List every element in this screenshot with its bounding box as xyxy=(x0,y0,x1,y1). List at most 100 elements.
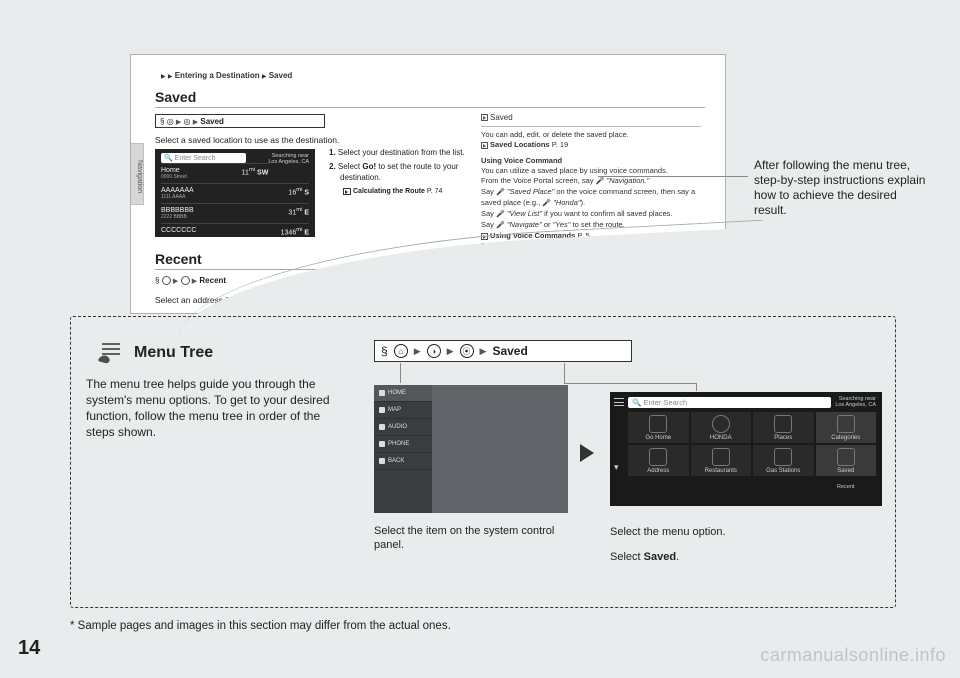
divider xyxy=(155,269,705,270)
ring-icon: ◎ xyxy=(167,117,174,126)
breadcrumb-part: Entering a Destination xyxy=(175,71,260,80)
pin-icon xyxy=(774,415,792,433)
nav-cell-categories: Categories xyxy=(816,412,877,443)
menu-tree-final: Saved xyxy=(492,344,527,358)
breadcrumb-part: Saved xyxy=(269,71,293,80)
panel-content-area xyxy=(432,385,568,513)
menu-tree-bar-recent: § ▶ ▶ Recent xyxy=(155,276,226,285)
hamburger-icon xyxy=(614,398,624,406)
chevron-icon: ▶ xyxy=(192,278,197,285)
note-icon xyxy=(481,114,488,121)
nav-screen-screenshot: ▾ 🔍 Enter Search Searching nearLos Angel… xyxy=(610,392,882,506)
pointer-line xyxy=(400,363,401,383)
nav-cell-go-home: Go Home xyxy=(628,412,689,443)
menu-tree-title: Menu Tree xyxy=(96,340,213,366)
search-icon: 🔍 xyxy=(632,398,641,407)
list-item: BBBBBBB2222 BBBB 31mi E xyxy=(161,203,309,223)
panel-item-back: BACK xyxy=(374,453,432,470)
link-icon xyxy=(481,243,488,250)
home-icon: ⌂ xyxy=(394,344,408,358)
chevron-icon: ▶ xyxy=(161,74,166,80)
link-icon xyxy=(481,233,488,240)
control-panel-screenshot: HOME MAP AUDIO PHONE BACK xyxy=(374,385,568,513)
voice-icon: § xyxy=(160,117,164,126)
panel-item-audio: AUDIO xyxy=(374,419,432,436)
saved-list-screenshot: 🔍 Enter Search Searching near Los Angele… xyxy=(155,149,315,237)
chevron-icon: ▶ xyxy=(262,74,267,80)
nav-icon: ◑ xyxy=(427,344,441,358)
watermark: carmanualsonline.info xyxy=(760,645,946,666)
arrow-right-icon xyxy=(580,444,594,462)
categories-icon xyxy=(837,415,855,433)
voice-icon: § xyxy=(381,344,388,358)
chevron-icon: ▶ xyxy=(193,119,198,126)
pointer-line xyxy=(564,383,696,384)
callout-leader-line xyxy=(598,176,748,177)
search-icon: ⦿ xyxy=(460,344,474,358)
menu-tree-path: § ⌂ ▶ ◑ ▶ ⦿ ▶ Saved xyxy=(374,340,632,362)
panel-item-phone: PHONE xyxy=(374,436,432,453)
nav-cell-address: Address xyxy=(628,445,689,476)
menu-tree-bar: § ◎ ▶ ◎ ▶ Saved xyxy=(155,114,325,128)
chevron-icon: ▶ xyxy=(414,346,421,357)
heading-recent: Recent xyxy=(155,251,202,267)
nav-cell-saved-recent: Saved Recent xyxy=(816,445,877,476)
mic-icon: 🎤 xyxy=(496,211,505,218)
instruction-line: Select a saved location to use as the de… xyxy=(155,135,339,145)
nav-cell-recent-hint: Recent xyxy=(816,484,877,490)
menu-tree-body: The menu tree helps guide you through th… xyxy=(86,376,342,440)
address-icon xyxy=(649,448,667,466)
honda-icon xyxy=(712,415,730,433)
chevron-icon: ▶ xyxy=(447,346,454,357)
step-list: 1. Select your destination from the list… xyxy=(329,147,477,200)
breadcrumb: ▶ ▶ Entering a Destination ▶ Saved xyxy=(161,71,292,80)
pointer-line xyxy=(696,383,697,391)
side-notes: Saved You can add, edit, or delete the s… xyxy=(481,113,701,251)
callout-text: After following the menu tree, step-by-s… xyxy=(754,158,930,218)
manual-page-excerpt: Navigation ▶ ▶ Entering a Destination ▶ … xyxy=(130,54,726,314)
chevron-icon: ▶ xyxy=(168,74,173,80)
audio-icon xyxy=(379,424,385,430)
saved-icon xyxy=(837,448,855,466)
list-item: CCCCCCC 1346mi E xyxy=(161,223,309,239)
nav-cell-honda: HONDA xyxy=(691,412,752,443)
phone-icon xyxy=(379,441,385,447)
chevron-icon: ▶ xyxy=(480,346,487,357)
food-icon xyxy=(712,448,730,466)
ring-icon: ◎ xyxy=(184,117,191,126)
side-tab-navigation: Navigation xyxy=(130,143,144,205)
nav-cell-places: Places xyxy=(753,412,814,443)
menu-tree-label: Menu Tree xyxy=(134,344,213,362)
ring-icon xyxy=(162,276,171,285)
searching-near: Searching near Los Angeles, CA xyxy=(268,153,309,165)
footnote: * Sample pages and images in this sectio… xyxy=(70,620,451,632)
hand-tap-icon xyxy=(96,340,126,366)
nav-cell-restaurants: Restaurants xyxy=(691,445,752,476)
page-number: 14 xyxy=(18,637,40,660)
tree-final: Recent xyxy=(199,276,226,285)
link-icon xyxy=(481,142,488,149)
map-icon xyxy=(379,407,385,413)
voice-icon: § xyxy=(155,276,159,285)
mic-icon: 🎤 xyxy=(496,189,505,196)
divider xyxy=(155,107,705,108)
nav-cell-gas: Gas Stations xyxy=(753,445,814,476)
chevron-icon: ▶ xyxy=(176,119,181,126)
mic-icon: 🎤 xyxy=(542,200,551,207)
chevron-icon: ▶ xyxy=(173,278,178,285)
mic-icon: 🎤 xyxy=(496,222,505,229)
search-field: 🔍 Enter Search xyxy=(628,397,831,408)
link-icon xyxy=(343,188,351,195)
search-field: 🔍 Enter Search xyxy=(161,153,246,163)
list-item: Home0000 Street 11mi SW xyxy=(161,163,268,183)
ring-icon xyxy=(181,276,190,285)
panel-item-home: HOME xyxy=(374,385,432,402)
list-item: AAAAAAA1111 AAAA 16mi S xyxy=(161,183,309,203)
panel-item-map: MAP xyxy=(374,402,432,419)
tree-final: Saved xyxy=(200,117,224,126)
heading-saved: Saved xyxy=(155,89,196,105)
searching-near: Searching nearLos Angeles, CA xyxy=(835,396,876,408)
home-icon xyxy=(649,415,667,433)
mic-icon: 🎤 xyxy=(596,178,605,185)
arrow-down-icon: ▾ xyxy=(614,462,619,473)
